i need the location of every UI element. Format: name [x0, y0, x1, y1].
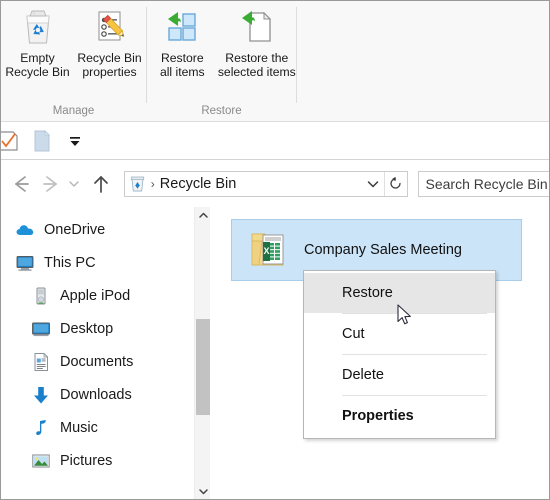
sidebar-item-label: Desktop — [60, 320, 114, 337]
sidebar-item-this-pc[interactable]: This PC — [1, 246, 194, 279]
file-name: Company Sales Meeting — [304, 242, 462, 258]
menu-item-cut[interactable]: Cut — [304, 314, 495, 354]
blue-page-icon[interactable] — [30, 129, 54, 153]
sidebar-item-music[interactable]: Music — [1, 411, 194, 444]
navigation-pane-scrollbar[interactable] — [194, 207, 211, 499]
refresh-icon — [390, 176, 401, 189]
ribbon-group-restore: Restore all items Restore the selected i… — [147, 1, 296, 122]
restore-all-items-label: Restore all items — [159, 51, 205, 79]
menu-item-properties[interactable]: Properties — [304, 396, 495, 436]
arrow-up-icon — [94, 175, 108, 193]
restore-selected-items-button[interactable]: Restore the selected items — [218, 3, 296, 95]
chevron-down-icon — [367, 180, 378, 187]
up-button[interactable] — [87, 170, 115, 198]
chevron-up-icon[interactable] — [195, 207, 211, 224]
desktop-icon — [31, 319, 51, 339]
sidebar-item-label: Apple iPod — [60, 287, 131, 304]
empty-recycle-bin-button[interactable]: Empty Recycle Bin — [2, 3, 74, 95]
ipod-icon — [31, 286, 51, 306]
quick-access-toolbar — [1, 123, 549, 160]
path-text: Recycle Bin — [159, 175, 237, 192]
sidebar-item-downloads[interactable]: Downloads — [1, 378, 194, 411]
restore-all-icon — [161, 6, 203, 48]
svg-text:X: X — [263, 246, 269, 256]
sidebar-item-apple-ipod[interactable]: Apple iPod — [1, 279, 194, 312]
context-menu: Restore Cut Delete Properties — [303, 270, 496, 439]
forward-button[interactable] — [37, 170, 65, 198]
sidebar-item-onedrive[interactable]: OneDrive — [1, 213, 194, 246]
chevron-down-icon[interactable] — [63, 129, 87, 153]
checkmark-document-icon[interactable] — [1, 129, 21, 153]
search-input[interactable]: Search Recycle Bin — [417, 170, 549, 197]
file-explorer-window: Empty Recycle Bin Recycle Bin properties… — [0, 0, 550, 500]
search-placeholder: Search Recycle Bin — [425, 175, 548, 192]
sidebar-item-documents[interactable]: Documents — [1, 345, 194, 378]
recycle-bin-properties-button[interactable]: Recycle Bin properties — [74, 3, 146, 95]
empty-recycle-bin-label: Empty Recycle Bin — [5, 51, 70, 79]
recent-locations-button[interactable] — [64, 170, 84, 198]
scrollbar-thumb[interactable] — [196, 319, 210, 415]
sidebar-item-label: Downloads — [60, 386, 132, 403]
ribbon-group-label-manage: Manage — [52, 105, 95, 117]
ribbon-divider — [296, 7, 297, 103]
sidebar-item-pictures[interactable]: Pictures — [1, 444, 194, 477]
sidebar-item-label: Documents — [60, 353, 134, 370]
path-dropdown-button[interactable] — [363, 172, 383, 196]
chevron-down-icon[interactable] — [195, 483, 211, 499]
ribbon-group-label-restore: Restore — [201, 105, 242, 117]
restore-selected-icon — [236, 6, 278, 48]
sidebar-item-desktop[interactable]: Desktop — [1, 312, 194, 345]
restore-all-items-button[interactable]: Restore all items — [147, 3, 218, 95]
back-button[interactable] — [7, 170, 35, 198]
recycle-bin-properties-label: Recycle Bin properties — [77, 51, 142, 79]
sidebar-item-label: Music — [60, 419, 98, 436]
download-arrow-icon — [31, 385, 51, 405]
documents-icon — [31, 352, 51, 372]
recycle-bin-icon — [17, 6, 59, 48]
menu-item-delete[interactable]: Delete — [304, 355, 495, 395]
menu-item-restore[interactable]: Restore — [304, 273, 495, 313]
excel-folder-icon: X — [249, 228, 291, 272]
arrow-right-icon — [42, 175, 57, 192]
sidebar-item-label: This PC — [44, 254, 96, 271]
path-field[interactable]: › Recycle Bin — [123, 170, 408, 197]
recycle-bin-small-icon — [129, 175, 147, 193]
navigation-pane: OneDrive This PC Apple iPod Desktop Docu… — [1, 207, 194, 499]
sidebar-item-label: Pictures — [60, 452, 113, 469]
picture-icon — [31, 451, 51, 471]
refresh-button[interactable] — [383, 171, 407, 196]
document-pencil-icon — [89, 6, 131, 48]
chevron-down-icon — [69, 180, 79, 187]
monitor-icon — [15, 253, 35, 273]
cloud-icon — [15, 220, 35, 240]
address-bar: › Recycle Bin Search Recycle Bin — [1, 161, 549, 206]
music-note-icon — [31, 418, 51, 438]
ribbon-toolbar: Empty Recycle Bin Recycle Bin properties… — [1, 1, 549, 122]
path-separator: › — [150, 176, 155, 191]
restore-selected-items-label: Restore the selected items — [217, 51, 296, 79]
sidebar-item-label: OneDrive — [44, 221, 106, 238]
arrow-left-icon — [14, 175, 29, 192]
ribbon-group-manage: Empty Recycle Bin Recycle Bin properties… — [1, 1, 146, 122]
